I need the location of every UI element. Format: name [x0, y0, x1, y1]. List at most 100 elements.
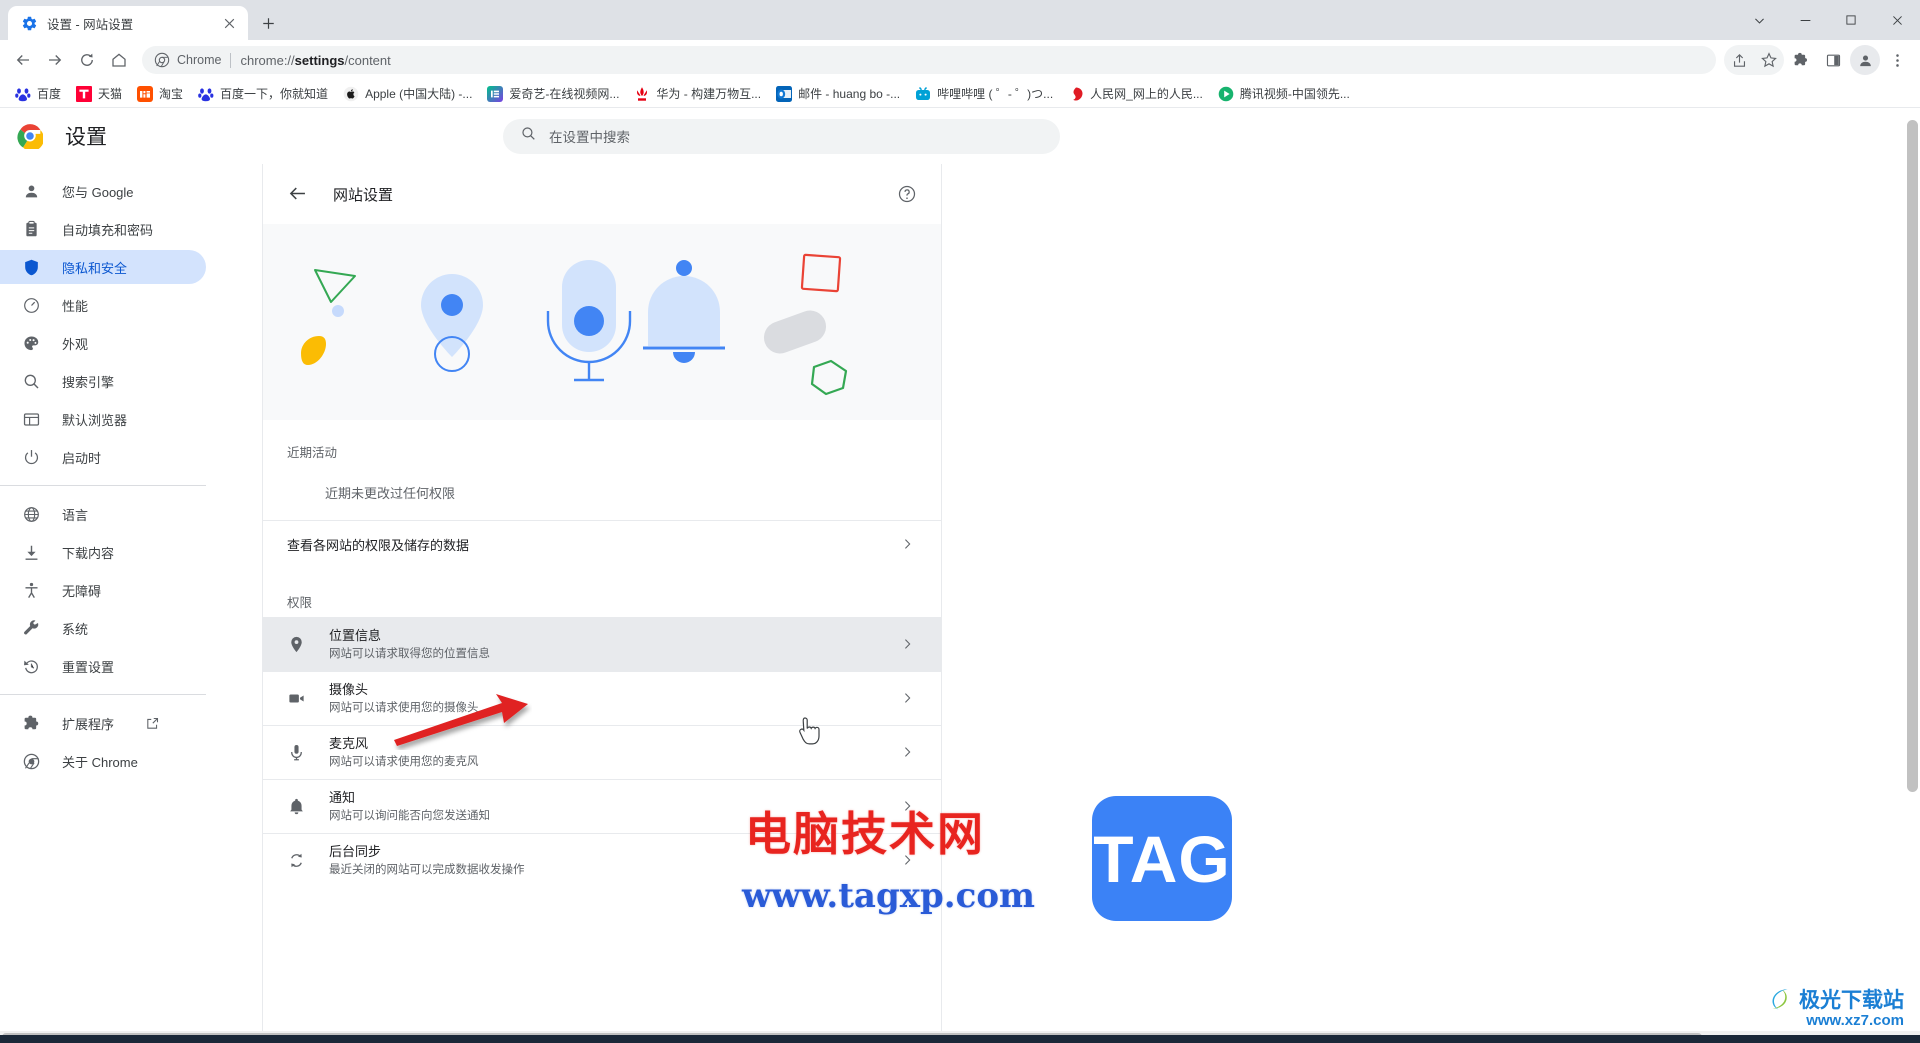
sidebar-item-label: 外观 — [62, 336, 89, 352]
tmall-icon — [76, 85, 93, 102]
menu-icon[interactable] — [1882, 45, 1912, 75]
chevron-right-icon — [899, 536, 917, 554]
microphone-icon — [287, 743, 307, 763]
browser-tab[interactable]: 设置 - 网站设置 — [8, 6, 248, 40]
site-settings-illustration — [263, 224, 941, 420]
sidebar-item-label: 您与 Google — [62, 184, 134, 200]
sidebar-item-default-browser[interactable]: 默认浏览器 — [0, 402, 206, 436]
sidebar-item-you-and-google[interactable]: 您与 Google — [0, 174, 206, 208]
share-star-group — [1724, 45, 1784, 75]
tab-search-icon[interactable] — [1736, 0, 1782, 40]
sidebar-item-accessibility[interactable]: 无障碍 — [0, 573, 206, 607]
sidebar-item-label: 搜索引擎 — [62, 374, 115, 390]
chevron-right-icon — [899, 690, 917, 708]
bookmark-item[interactable]: 哔哩哔哩 ( ゜- ゜)つ... — [908, 82, 1060, 106]
omnibox-url: chrome://settings/content — [240, 52, 391, 68]
watermark-jiguang: 极光下载站 www.xz7.com — [1765, 984, 1904, 1029]
permission-row-camera[interactable]: 摄像头 网站可以请求使用您的摄像头 — [263, 671, 941, 725]
baidu-icon — [15, 86, 31, 102]
omnibox-chip-label: Chrome — [177, 53, 222, 67]
bookmark-item[interactable]: 淘宝 — [130, 82, 190, 106]
sidebar-item-system[interactable]: 系统 — [0, 611, 206, 645]
extensions-icon[interactable] — [1786, 45, 1816, 75]
sidebar-item-extensions[interactable]: 扩展程序 — [0, 706, 206, 740]
sync-icon — [287, 851, 307, 871]
bookmark-item[interactable]: 邮件 - huang bo -... — [769, 82, 907, 106]
back-arrow-icon[interactable] — [287, 183, 309, 205]
sidebar-item-about-chrome[interactable]: 关于 Chrome — [0, 744, 206, 778]
desktop-taskbar — [0, 1035, 1920, 1043]
recent-activity-empty-text: 近期未更改过任何权限 — [325, 486, 456, 501]
bookmark-label: 百度 — [37, 87, 62, 101]
maximize-icon[interactable] — [1828, 0, 1874, 40]
sidebar-item-on-startup[interactable]: 启动时 — [0, 440, 206, 474]
shield-icon — [21, 257, 41, 277]
bookmark-item[interactable]: 华为 - 构建万物互... — [627, 82, 768, 106]
chrome-logo-icon — [17, 123, 45, 152]
address-bar[interactable]: Chrome chrome://settings/content — [142, 46, 1716, 74]
bell-illustration — [643, 260, 725, 363]
sidebar-item-label: 启动时 — [62, 450, 102, 466]
vertical-scrollbar[interactable] — [1905, 108, 1920, 1043]
permission-title: 麦克风 — [329, 735, 369, 751]
close-window-icon[interactable] — [1874, 0, 1920, 40]
scrollbar-thumb[interactable] — [1907, 120, 1918, 792]
bookmark-label: 邮件 - huang bo -... — [798, 87, 901, 101]
sidebar-item-downloads[interactable]: 下载内容 — [0, 535, 206, 569]
minimize-icon[interactable] — [1782, 0, 1828, 40]
bookmark-item[interactable]: 百度一下，你就知道 — [191, 82, 335, 106]
bookmark-item[interactable]: Apple (中国大陆) -... — [336, 82, 479, 106]
window-controls — [1736, 0, 1920, 40]
back-icon[interactable] — [8, 45, 38, 75]
hexagon-shape — [810, 359, 848, 396]
dot-shape — [332, 305, 344, 317]
share-icon[interactable] — [1724, 45, 1754, 75]
sidebar-item-label: 性能 — [62, 298, 89, 314]
sidebar-item-languages[interactable]: 语言 — [0, 497, 206, 531]
bookmark-item[interactable]: 腾讯视频-中国领先... — [1211, 82, 1357, 106]
close-icon[interactable] — [220, 14, 238, 32]
browser-window-icon — [21, 409, 41, 429]
view-all-sites-row[interactable]: 查看各网站的权限及储存的数据 — [263, 520, 941, 568]
search-input[interactable]: 在设置中搜索 — [503, 118, 1060, 154]
baidu-icon — [198, 86, 214, 102]
square-shape — [800, 253, 842, 293]
bookmark-item[interactable]: 人民网_网上的人民... — [1061, 82, 1210, 106]
permission-title: 位置信息 — [329, 627, 382, 643]
sidebar-item-privacy-security[interactable]: 隐私和安全 — [0, 250, 206, 284]
forward-icon[interactable] — [40, 45, 70, 75]
permission-row-microphone[interactable]: 麦克风 网站可以请求使用您的麦克风 — [263, 725, 941, 779]
bookmark-item[interactable]: 天猫 — [69, 82, 129, 106]
bookmarks-bar: 百度 天猫 淘宝 百度一下，你就知道 Apple (中国大陆) -... 爱奇艺… — [0, 80, 1920, 108]
bookmark-item[interactable]: 百度 — [8, 82, 68, 106]
profile-icon[interactable] — [1850, 45, 1880, 75]
location-pin-illustration — [421, 274, 483, 372]
taobao-icon — [137, 85, 154, 102]
watermark-jiguang-row: 极光下载站 — [1765, 984, 1904, 1014]
sidebar-item-label: 扩展程序 — [62, 716, 115, 732]
star-icon[interactable] — [1754, 45, 1784, 75]
home-icon[interactable] — [104, 45, 134, 75]
reload-icon[interactable] — [72, 45, 102, 75]
bookmark-label: 天猫 — [98, 87, 123, 101]
permission-row-location[interactable]: 位置信息 网站可以请求取得您的位置信息 — [263, 617, 941, 671]
omnibox-separator — [230, 52, 232, 68]
bookmark-label: 百度一下，你就知道 — [220, 87, 329, 101]
side-panel-icon[interactable] — [1818, 45, 1848, 75]
jiguang-logo-icon — [1772, 989, 1788, 1010]
permission-text: 位置信息 网站可以请求取得您的位置信息 — [329, 627, 877, 662]
bilibili-icon — [915, 86, 931, 102]
sidebar-item-performance[interactable]: 性能 — [0, 288, 206, 322]
bookmark-item[interactable]: 爱奇艺-在线视频网... — [480, 82, 626, 106]
tab-strip: 设置 - 网站设置 — [0, 0, 1920, 40]
permission-text: 摄像头 网站可以请求使用您的摄像头 — [329, 681, 877, 716]
history-restore-icon — [21, 656, 41, 676]
sidebar-item-autofill[interactable]: 自动填充和密码 — [0, 212, 206, 246]
puzzle-icon — [21, 713, 41, 733]
help-circle-icon[interactable] — [897, 184, 917, 204]
speedometer-icon — [21, 295, 41, 315]
new-tab-button[interactable] — [254, 9, 282, 37]
sidebar-item-search-engine[interactable]: 搜索引擎 — [0, 364, 206, 398]
sidebar-item-reset-settings[interactable]: 重置设置 — [0, 649, 206, 683]
sidebar-item-appearance[interactable]: 外观 — [0, 326, 206, 360]
